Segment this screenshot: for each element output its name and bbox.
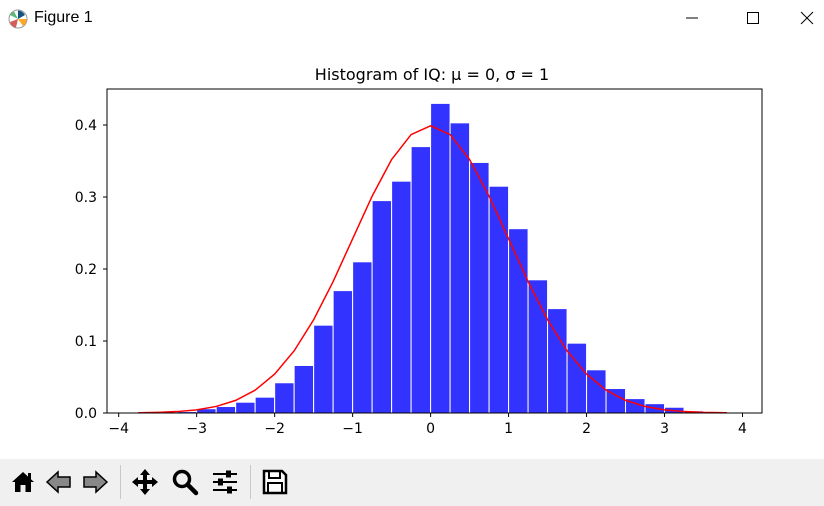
x-tick-label: −2 — [264, 421, 285, 437]
y-tick-label: 0.3 — [75, 190, 97, 206]
sliders-icon — [213, 470, 237, 494]
minimize-button[interactable] — [669, 0, 715, 36]
histogram-bar — [391, 180, 412, 414]
histogram-bar — [313, 324, 334, 414]
arrow-left-icon — [45, 470, 71, 494]
y-tick-label: 0.1 — [75, 334, 97, 350]
x-tick-label: 2 — [582, 421, 591, 437]
maximize-icon — [747, 12, 759, 24]
x-tick-label: −3 — [186, 421, 207, 437]
x-tick-label: 0 — [426, 421, 435, 437]
arrow-right-icon — [83, 470, 109, 494]
x-axis-ticks: −4 −3 −2 −1 0 1 2 3 4 — [108, 413, 747, 437]
close-icon — [800, 11, 814, 25]
configure-subplots-button[interactable] — [208, 464, 242, 500]
y-axis-ticks: 0.0 0.1 0.2 0.3 0.4 — [75, 118, 107, 422]
histogram-bar — [352, 261, 373, 414]
x-tick-label: 1 — [504, 421, 513, 437]
histogram-bars — [157, 102, 724, 414]
forward-button[interactable] — [78, 464, 112, 500]
histogram-bar — [430, 102, 451, 414]
move-icon — [132, 469, 158, 495]
histogram-bar — [293, 364, 315, 414]
x-tick-label: 3 — [660, 421, 669, 437]
pan-button[interactable] — [128, 464, 162, 500]
minimize-icon — [686, 17, 698, 19]
x-tick-label: −1 — [342, 421, 363, 437]
matplotlib-logo-icon — [8, 9, 28, 29]
histogram-bar — [508, 228, 529, 414]
zoom-button[interactable] — [168, 464, 202, 500]
floppy-disk-icon — [262, 469, 288, 495]
histogram-bar — [449, 122, 471, 414]
home-button[interactable] — [6, 464, 40, 500]
histogram-bar — [488, 185, 510, 414]
y-tick-label: 0.0 — [75, 406, 97, 422]
window-titlebar: Figure 1 — [0, 0, 824, 36]
y-tick-label: 0.2 — [75, 262, 97, 278]
maximize-button[interactable] — [730, 0, 776, 36]
histogram-bar — [274, 382, 295, 414]
toolbar-separator — [250, 465, 251, 499]
chart-title: Histogram of IQ: μ = 0, σ = 1 — [315, 65, 549, 84]
histogram-bar — [215, 406, 237, 414]
histogram-bar — [410, 146, 432, 414]
magnifier-icon — [172, 469, 199, 496]
back-button[interactable] — [42, 464, 76, 500]
toolbar-separator — [120, 465, 121, 499]
histogram-bar — [254, 396, 276, 414]
navigation-toolbar — [0, 459, 824, 506]
histogram-chart: Histogram of IQ: μ = 0, σ = 1 −4 −3 −2 −1 0 1… — [75, 65, 763, 437]
histogram-bar — [371, 200, 393, 414]
x-tick-label: −4 — [108, 421, 129, 437]
histogram-bar — [332, 290, 354, 414]
y-tick-label: 0.4 — [75, 118, 97, 134]
home-icon — [12, 472, 34, 492]
window-title: Figure 1 — [34, 9, 93, 26]
save-button[interactable] — [258, 464, 292, 500]
x-tick-label: 4 — [738, 421, 747, 437]
histogram-bar — [469, 161, 490, 414]
close-button[interactable] — [784, 0, 824, 36]
histogram-bar — [235, 401, 256, 414]
